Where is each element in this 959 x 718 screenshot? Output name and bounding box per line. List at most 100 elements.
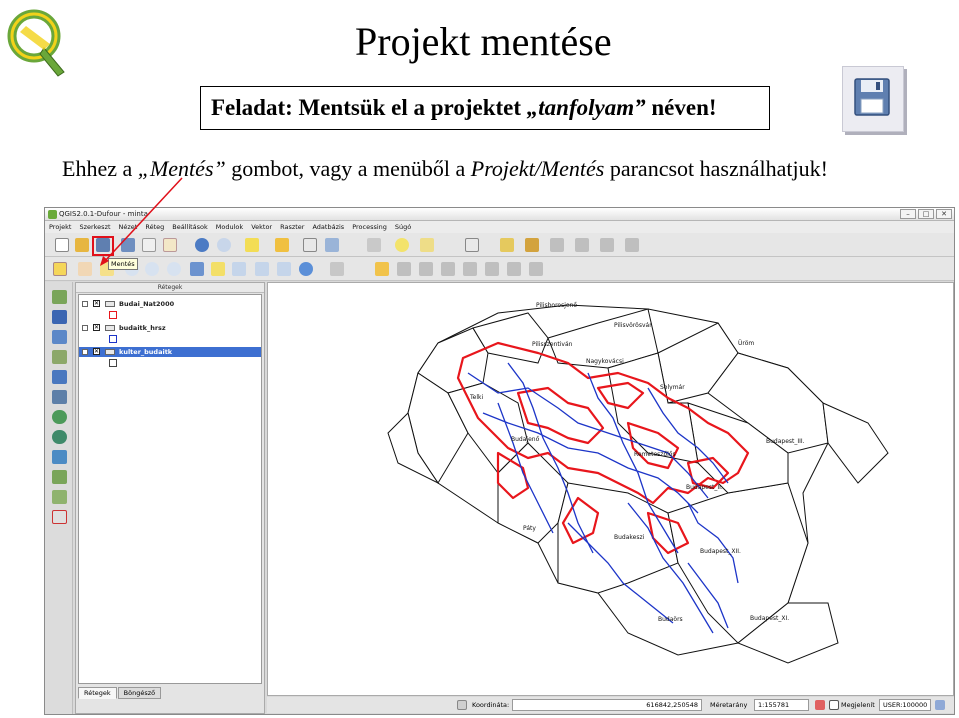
digitize-icon[interactable] bbox=[330, 262, 344, 276]
copy-icon[interactable] bbox=[507, 262, 521, 276]
close-button[interactable]: ✕ bbox=[936, 209, 952, 219]
add-wms-layer-icon[interactable] bbox=[52, 410, 67, 424]
menu-projekt[interactable]: Projekt bbox=[49, 221, 71, 233]
layers-panel-title: Rétegek bbox=[76, 283, 264, 293]
menu-szerkeszt[interactable]: Szerkeszt bbox=[79, 221, 110, 233]
messages-icon[interactable] bbox=[935, 700, 945, 710]
layer-visibility-checkbox[interactable]: ✕ bbox=[93, 348, 100, 355]
label-pin-icon[interactable] bbox=[525, 238, 539, 252]
layer-visibility-checkbox[interactable]: ✕ bbox=[93, 324, 100, 331]
zoom-to-layer-icon[interactable] bbox=[232, 262, 246, 276]
deselect-icon[interactable] bbox=[275, 238, 289, 252]
coordinate-toggle-icon[interactable] bbox=[457, 700, 467, 710]
label-show-icon[interactable] bbox=[550, 238, 564, 252]
add-mssql-layer-icon[interactable] bbox=[52, 370, 67, 384]
menu-processing[interactable]: Processing bbox=[352, 221, 387, 233]
paste-icon[interactable] bbox=[529, 262, 543, 276]
instruction-button-name: „Mentés” bbox=[137, 156, 226, 181]
menu-vektor[interactable]: Vektor bbox=[251, 221, 272, 233]
tab-bongeszo[interactable]: Böngésző bbox=[117, 687, 162, 699]
save-tooltip: Mentés bbox=[108, 258, 138, 270]
task-text: Mentsük el a projektet bbox=[292, 95, 527, 120]
edit-toggle-icon[interactable] bbox=[375, 262, 389, 276]
select-features-icon[interactable] bbox=[245, 238, 259, 252]
refresh-icon[interactable] bbox=[299, 262, 313, 276]
status-bar: Koordináta: 616842,250548 Méretarány 1:1… bbox=[267, 697, 954, 713]
task-box: Feladat: Mentsük el a projektet „tanfoly… bbox=[200, 86, 770, 130]
new-project-icon[interactable] bbox=[55, 238, 69, 252]
text-annotation-icon[interactable] bbox=[465, 238, 479, 252]
menu-nezet[interactable]: Nézet bbox=[119, 221, 138, 233]
layer-row[interactable]: ✕ Budai_Nat2000 bbox=[79, 299, 261, 309]
crs-button[interactable]: USER:100000 bbox=[879, 699, 931, 711]
add-feature-icon[interactable] bbox=[397, 262, 411, 276]
zoom-last-icon[interactable] bbox=[255, 262, 269, 276]
menu-reteg[interactable]: Réteg bbox=[145, 221, 164, 233]
map-tips-icon[interactable] bbox=[395, 238, 409, 252]
zoom-to-selection-icon[interactable] bbox=[211, 262, 225, 276]
layer-visibility-checkbox[interactable]: ✕ bbox=[93, 300, 100, 307]
add-raster-layer-icon[interactable] bbox=[52, 310, 67, 324]
minimize-button[interactable]: – bbox=[900, 209, 916, 219]
layer-name: Budai_Nat2000 bbox=[119, 300, 175, 308]
collapse-icon[interactable] bbox=[82, 349, 88, 355]
render-checkbox[interactable] bbox=[829, 700, 839, 710]
field-calculator-icon[interactable] bbox=[325, 238, 339, 252]
bookmark-icon[interactable] bbox=[420, 238, 434, 252]
layer-row[interactable]: ✕ budaitk_hrsz bbox=[79, 323, 261, 333]
delete-selected-icon[interactable] bbox=[463, 262, 477, 276]
pan-icon[interactable] bbox=[78, 262, 92, 276]
node-tool-icon[interactable] bbox=[441, 262, 455, 276]
add-oracle-layer-icon[interactable] bbox=[52, 390, 67, 404]
menu-modulok[interactable]: Modulok bbox=[216, 221, 243, 233]
label-rotate-icon[interactable] bbox=[600, 238, 614, 252]
coordinate-field[interactable]: 616842,250548 bbox=[512, 699, 702, 711]
add-delimited-text-icon[interactable] bbox=[52, 470, 67, 484]
zoom-native-icon[interactable] bbox=[167, 262, 181, 276]
save-as-icon[interactable] bbox=[121, 238, 135, 252]
print-composer-icon[interactable] bbox=[142, 238, 156, 252]
map-label-telki: Telki bbox=[469, 394, 483, 401]
window-titlebar: QGIS2.0.1-Dufour - minta – □ ✕ bbox=[45, 208, 954, 221]
cut-icon[interactable] bbox=[485, 262, 499, 276]
collapse-icon[interactable] bbox=[82, 325, 88, 331]
zoom-out-icon[interactable] bbox=[145, 262, 159, 276]
menu-raszter[interactable]: Raszter bbox=[280, 221, 304, 233]
scale-input[interactable]: 1:155781 bbox=[754, 699, 809, 711]
map-canvas[interactable]: Pilisvörösvár Pilisszentiván Solymár Bud… bbox=[267, 282, 954, 696]
task-text-end: néven! bbox=[645, 95, 717, 120]
layer-row-selected[interactable]: ✕ kulter_budaitk bbox=[79, 347, 261, 357]
menu-sugo[interactable]: Súgó bbox=[395, 221, 411, 233]
stop-render-icon[interactable] bbox=[815, 700, 825, 710]
label-move-icon[interactable] bbox=[575, 238, 589, 252]
measure-icon[interactable] bbox=[367, 238, 381, 252]
touch-zoom-icon[interactable] bbox=[53, 262, 67, 276]
label-icon[interactable] bbox=[500, 238, 514, 252]
attribute-table-icon[interactable] bbox=[303, 238, 317, 252]
tab-retegek[interactable]: Rétegek bbox=[78, 687, 117, 699]
label-change-icon[interactable] bbox=[625, 238, 639, 252]
add-wfs-layer-icon[interactable] bbox=[52, 450, 67, 464]
menu-beallitasok[interactable]: Beállítások bbox=[172, 221, 208, 233]
collapse-icon[interactable] bbox=[82, 301, 88, 307]
panel-tabs: Rétegek Böngésző bbox=[78, 687, 162, 699]
identify-icon[interactable] bbox=[217, 238, 231, 252]
maximize-button[interactable]: □ bbox=[918, 209, 934, 219]
add-postgis-layer-icon[interactable] bbox=[52, 330, 67, 344]
composer-manager-icon[interactable] bbox=[163, 238, 177, 252]
new-shapefile-icon[interactable] bbox=[52, 490, 67, 504]
window-title: QGIS2.0.1-Dufour - minta bbox=[59, 210, 148, 218]
remove-layer-icon[interactable] bbox=[52, 510, 67, 524]
map-label-nagykovacsi: Nagykovácsi bbox=[586, 358, 624, 365]
help-icon[interactable] bbox=[195, 238, 209, 252]
menu-adatbazis[interactable]: Adatbázis bbox=[312, 221, 344, 233]
add-vector-layer-icon[interactable] bbox=[52, 290, 67, 304]
map-label-budakeszi: Budakeszi bbox=[614, 534, 645, 541]
open-project-icon[interactable] bbox=[75, 238, 89, 252]
move-feature-icon[interactable] bbox=[419, 262, 433, 276]
add-spatialite-layer-icon[interactable] bbox=[52, 350, 67, 364]
zoom-full-icon[interactable] bbox=[190, 262, 204, 276]
layers-panel: Rétegek ✕ Budai_Nat2000 ✕ budaitk_hrsz ✕… bbox=[75, 282, 265, 714]
add-wcs-layer-icon[interactable] bbox=[52, 430, 67, 444]
zoom-next-icon[interactable] bbox=[277, 262, 291, 276]
